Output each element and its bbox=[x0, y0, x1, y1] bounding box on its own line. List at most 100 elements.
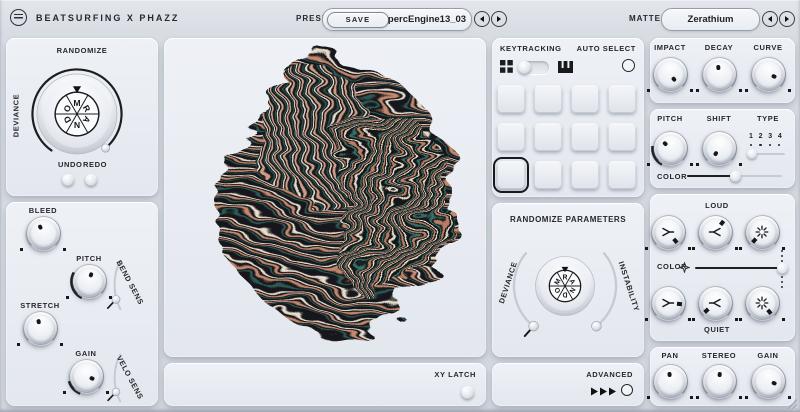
type-dots bbox=[750, 144, 780, 146]
undo-label: UNDO bbox=[58, 160, 82, 169]
svg-text:D: D bbox=[562, 290, 567, 297]
quiet-knob-2[interactable] bbox=[698, 286, 732, 320]
deviance-param-thumb bbox=[529, 321, 539, 331]
undo-button[interactable] bbox=[62, 174, 74, 186]
redo-label: REDO bbox=[83, 160, 107, 169]
svg-text:M: M bbox=[73, 98, 80, 108]
velo-sens-thumb bbox=[112, 388, 120, 396]
auto-select-radio[interactable] bbox=[622, 59, 635, 72]
loud-knob-1[interactable] bbox=[651, 215, 685, 249]
shift-knob[interactable] bbox=[702, 131, 736, 165]
preset-next-button[interactable] bbox=[491, 11, 507, 27]
preset-value[interactable]: percEngine13_03 bbox=[389, 9, 465, 30]
dynamics-color-slider[interactable] bbox=[695, 267, 783, 269]
stereo-label: STEREO bbox=[699, 351, 739, 360]
pad-1[interactable] bbox=[497, 85, 525, 113]
svg-text:R: R bbox=[563, 275, 568, 282]
pad-8[interactable] bbox=[608, 123, 636, 151]
curve-knob[interactable] bbox=[751, 57, 785, 91]
burst-icon bbox=[755, 225, 769, 239]
gain-knob[interactable] bbox=[69, 359, 103, 393]
tone-panel: PITCH SHIFT TYPE 12 34 COLOR bbox=[650, 109, 795, 188]
save-button[interactable]: SAVE bbox=[327, 12, 389, 28]
deviance-label: DEVIANCE bbox=[12, 86, 21, 146]
sampler-panel: BLEED PITCH BEND SENS STRETCH GAIN V bbox=[6, 202, 158, 406]
fork-split-icon bbox=[708, 225, 722, 239]
tone-pitch-label: PITCH bbox=[650, 114, 690, 123]
pad-6[interactable] bbox=[534, 123, 562, 151]
advanced-label: ADVANCED bbox=[586, 370, 633, 379]
xy-surface-panel[interactable] bbox=[164, 38, 486, 357]
menu-icon[interactable] bbox=[10, 9, 27, 26]
type-options[interactable]: 12 34 bbox=[748, 133, 783, 140]
diamond-sparkle-icon bbox=[679, 262, 690, 273]
pad-10[interactable] bbox=[534, 161, 562, 189]
pad-9-selected[interactable] bbox=[497, 161, 525, 189]
keytracking-panel: KEYTRACKING AUTO SELECT bbox=[492, 38, 644, 197]
randomize-wheel[interactable]: R A N D O M bbox=[27, 64, 127, 164]
xy-latch-label: XY LATCH bbox=[434, 370, 476, 379]
pitch-knob[interactable] bbox=[72, 264, 106, 298]
quiet-knob-3[interactable] bbox=[745, 286, 779, 320]
pad-4[interactable] bbox=[608, 85, 636, 113]
pad-5[interactable] bbox=[497, 123, 525, 151]
svg-text:N: N bbox=[74, 120, 80, 130]
matter-prev-button[interactable] bbox=[762, 11, 778, 27]
randomize-parameters-wheel[interactable]: R A N D O M bbox=[511, 232, 619, 340]
pad-12[interactable] bbox=[608, 161, 636, 189]
output-panel: PAN STEREO GAIN bbox=[650, 347, 795, 406]
matter-next-button[interactable] bbox=[779, 11, 795, 27]
xy-latch-button[interactable] bbox=[461, 386, 474, 399]
curve-label: CURVE bbox=[748, 43, 788, 52]
fast-forward-icon bbox=[591, 386, 617, 397]
tone-pitch-knob[interactable] bbox=[653, 131, 687, 165]
preset-prev-button[interactable] bbox=[474, 11, 490, 27]
pan-label: PAN bbox=[650, 351, 690, 360]
advanced-button[interactable] bbox=[621, 384, 633, 396]
pan-knob[interactable] bbox=[653, 364, 687, 398]
impact-knob[interactable] bbox=[653, 57, 687, 91]
decay-label: DECAY bbox=[699, 43, 739, 52]
tone-color-label: COLOR bbox=[657, 172, 687, 181]
stereo-knob[interactable] bbox=[702, 364, 736, 398]
shift-label: SHIFT bbox=[699, 114, 739, 123]
pad-7[interactable] bbox=[571, 123, 599, 151]
matter-selector[interactable]: Zerathium bbox=[661, 8, 760, 31]
loud-label: LOUD bbox=[687, 201, 747, 210]
deviance-param-arc bbox=[514, 253, 534, 326]
stretch-knob[interactable] bbox=[23, 311, 57, 345]
fork-split-icon bbox=[708, 296, 722, 310]
tone-color-thumb[interactable] bbox=[730, 171, 741, 182]
transient-panel: IMPACT DECAY CURVE bbox=[650, 38, 795, 103]
auto-select-label: AUTO SELECT bbox=[577, 44, 636, 53]
fork-merge-icon bbox=[661, 225, 675, 239]
loud-knob-2[interactable] bbox=[698, 215, 732, 249]
fork-merge-icon bbox=[661, 296, 675, 310]
xy-latch-panel: XY LATCH bbox=[164, 363, 486, 406]
keytracking-label: KEYTRACKING bbox=[500, 44, 562, 53]
decay-knob[interactable] bbox=[702, 57, 736, 91]
matter-visualization[interactable] bbox=[204, 52, 466, 346]
loud-knob-3[interactable] bbox=[745, 215, 779, 249]
keytracking-toggle[interactable] bbox=[519, 61, 549, 74]
pad-2[interactable] bbox=[534, 85, 562, 113]
dynamics-panel: LOUD COLOR bbox=[650, 194, 795, 341]
dynamics-color-thumb[interactable] bbox=[777, 263, 788, 274]
type-slider-thumb[interactable] bbox=[747, 149, 757, 159]
bleed-knob[interactable] bbox=[26, 216, 60, 250]
bend-sens-thumb bbox=[112, 295, 120, 303]
burst-icon bbox=[755, 296, 769, 310]
randomize-parameters-panel: RANDOMIZE PARAMETERS DEVIANCE INSTABILIT… bbox=[492, 203, 644, 357]
type-label: TYPE bbox=[748, 114, 788, 123]
instability-label: INSTABILITY bbox=[615, 257, 642, 317]
randomize-title: RANDOMIZE bbox=[6, 46, 158, 55]
pad-11[interactable] bbox=[571, 161, 599, 189]
pad-3[interactable] bbox=[571, 85, 599, 113]
output-gain-knob[interactable] bbox=[751, 364, 785, 398]
redo-button[interactable] bbox=[85, 174, 97, 186]
randomize-panel: RANDOMIZE DEVIANCE R A N D O M bbox=[6, 38, 158, 196]
quiet-label: QUIET bbox=[687, 325, 747, 334]
preset-selector[interactable]: SAVE percEngine13_03 bbox=[322, 8, 472, 31]
stretch-label: STRETCH bbox=[10, 301, 70, 310]
quiet-knob-1[interactable] bbox=[651, 286, 685, 320]
